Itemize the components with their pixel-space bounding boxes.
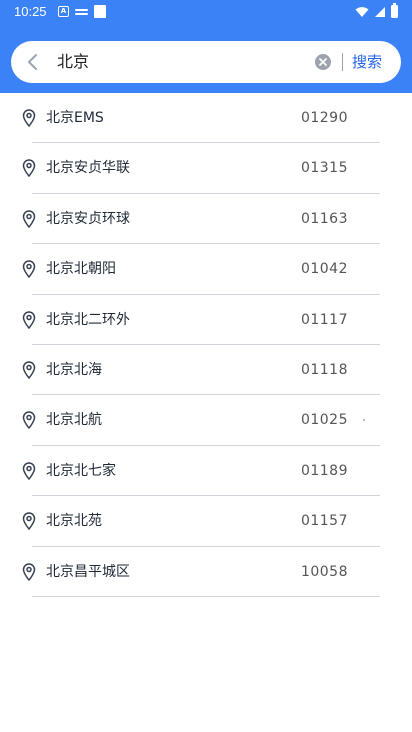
item-code: 01118 [300,361,348,378]
list-item[interactable]: 北京北二环外 01117 [0,295,412,345]
list-item[interactable]: 北京北七家 01189 [0,446,412,497]
list-item[interactable]: 北京北海 01118 [0,345,412,396]
row-divider [32,595,380,597]
results-list: 北京EMS 01290 北京安贞华联 01315 北京安贞环球 01163 北京… [0,93,412,597]
system-icons [355,3,398,18]
list-item[interactable]: 北京北航 01025 [0,395,412,446]
item-code: 01042 [300,261,348,278]
item-name: 北京昌平城区 [46,563,130,580]
item-code: 01189 [300,462,348,479]
status-time: 10:25 [14,4,47,19]
message-notification-icon [75,7,88,16]
signal-icon [375,6,385,17]
item-name: 北京安贞华联 [46,160,130,177]
location-pin-icon [22,462,36,480]
location-pin-icon [22,310,36,329]
item-name: 北京北航 [46,412,102,429]
location-pin-icon [22,159,36,178]
item-name: 北京北海 [46,361,102,378]
location-pin-icon [22,411,36,430]
item-name: 北京安贞环球 [46,210,130,227]
scroll-dot [363,419,365,422]
item-code: 01163 [300,210,348,227]
back-arrow-icon[interactable] [23,52,43,72]
location-pin-icon [22,109,36,127]
item-code: 01157 [300,513,348,530]
search-button[interactable]: 搜索 [352,50,382,74]
list-item[interactable]: 北京EMS 01290 [0,93,412,144]
notification-icons: A [58,5,106,18]
list-item[interactable]: 北京北朝阳 01042 [0,244,412,295]
item-code: 01290 [300,110,348,126]
location-pin-icon [22,562,36,581]
search-divider [342,53,343,71]
item-code: 01315 [300,160,348,177]
location-pin-icon [22,361,36,379]
item-name: 北京北二环外 [46,311,130,328]
status-bar: 10:25 A [0,0,412,24]
battery-icon [391,3,398,18]
list-item[interactable]: 北京安贞环球 01163 [0,194,412,245]
search-input[interactable]: 北京 [57,50,307,74]
item-code: 10058 [300,563,348,580]
location-pin-icon [22,260,36,279]
list-item[interactable]: 北京昌平城区 10058 [0,547,412,597]
search-bar: 北京 搜索 [11,41,401,83]
item-code: 01025 [300,412,348,429]
list-item[interactable]: 北京安贞华联 01315 [0,143,412,194]
clear-icon[interactable] [315,54,331,70]
item-name: 北京北朝阳 [46,261,116,278]
item-name: 北京EMS [46,110,104,126]
list-item[interactable]: 北京北苑 01157 [0,496,412,547]
location-pin-icon [22,210,36,228]
item-code: 01117 [300,311,348,328]
app-header: 10:25 A 北京 搜索 [0,0,412,93]
app-notification-icon: A [58,6,69,17]
item-name: 北京北苑 [46,513,102,530]
square-notification-icon [94,5,106,18]
wifi-icon [355,6,369,17]
item-name: 北京北七家 [46,462,116,479]
location-pin-icon [22,512,36,531]
